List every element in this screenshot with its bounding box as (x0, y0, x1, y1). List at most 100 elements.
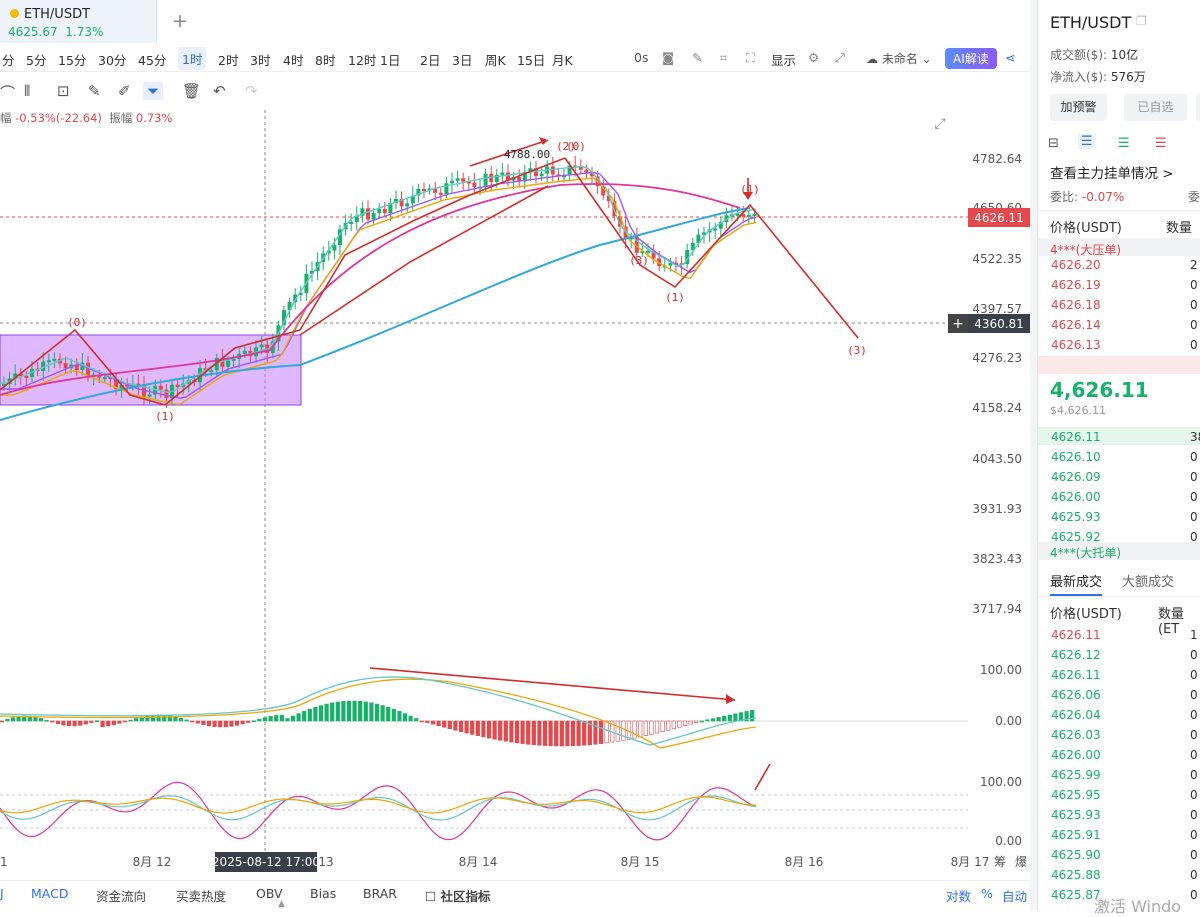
tf-4[interactable]: 1时 (178, 47, 207, 70)
tf-0[interactable]: 5分 (26, 50, 46, 69)
delete-icon[interactable]: 🗑 (182, 82, 201, 100)
macd-bar (201, 720, 206, 725)
book-bids-icon[interactable]: ☰ (1118, 136, 1130, 151)
camera-icon[interactable]: ◙ (662, 50, 674, 65)
axis-option-1[interactable]: % (981, 886, 993, 901)
tf-5[interactable]: 2时 (218, 50, 238, 69)
macd-bar (206, 720, 212, 727)
undo-icon[interactable]: ↶ (213, 82, 226, 100)
wave-label: (3) (629, 254, 649, 267)
indicator-tab-3[interactable]: 买卖热度 (176, 886, 226, 905)
tab-latest-trades[interactable]: 最新成交 (1050, 571, 1103, 596)
tf-6[interactable]: 3时 (250, 50, 270, 69)
macd-bar (643, 720, 648, 736)
brush-tool-icon[interactable]: ✐ (118, 82, 131, 100)
axis-option-2[interactable]: 自动 (1002, 886, 1027, 905)
add-alert-button[interactable]: 加预警 (1050, 94, 1107, 121)
time-axis-tool[interactable]: 筹 (994, 855, 1006, 869)
tf-9[interactable]: 12时 (348, 50, 376, 69)
indicator-tab-5[interactable]: Bias (310, 886, 336, 901)
indicator-tab-1[interactable]: MACD (31, 886, 68, 901)
tf-8[interactable]: 8时 (315, 50, 335, 69)
time-tick: 8月 12 (133, 855, 172, 869)
time-axis-tool[interactable]: 爆 (1015, 855, 1027, 869)
book-both-icon[interactable]: ⊟ (1048, 136, 1059, 151)
candle-body (713, 228, 718, 231)
indicator-tab-7[interactable]: ☐ 社区指标 (425, 886, 491, 905)
tf-13[interactable]: 周K (485, 50, 506, 69)
macd-bar (184, 719, 189, 722)
scroll-up-icon[interactable]: ▲ (278, 899, 285, 909)
axis-option-0[interactable]: 对数 (946, 886, 971, 905)
tf-11[interactable]: 2日 (420, 50, 440, 69)
tf-10[interactable]: 1日 (380, 50, 400, 69)
macd-bar (733, 713, 738, 722)
macd-bar (66, 720, 72, 727)
share-icon[interactable]: ⋖ (1005, 50, 1015, 65)
book-depth-icon[interactable]: ☰ (1155, 136, 1167, 151)
indicator-tab-6[interactable]: BRAR (363, 886, 397, 901)
macd-bar (10, 717, 16, 722)
trade-qty: 0 (1190, 648, 1198, 662)
settings-icon[interactable]: ⚙ (808, 50, 819, 65)
add-tab-button[interactable]: + (172, 10, 188, 32)
macd-bar (694, 720, 699, 723)
filter-icon[interactable]: ⏷ (143, 82, 164, 100)
trade-row: 4625.95 (1051, 788, 1101, 802)
price-tick: 4276.23 (972, 351, 1022, 365)
macd-bar (173, 716, 178, 722)
tf-2[interactable]: 30分 (98, 50, 126, 69)
tf-12[interactable]: 3日 (452, 50, 472, 69)
price-tick: 4522.35 (972, 252, 1022, 266)
price-row: 4625.93 (1051, 510, 1101, 524)
display-menu[interactable]: 显示 (771, 50, 796, 69)
curve-tool-icon[interactable]: ⌒ (0, 82, 15, 103)
macd-bar (598, 720, 604, 744)
main-orders-link[interactable]: 查看主力挂单情况 > (1050, 162, 1174, 182)
tab-large-trades[interactable]: 大额成交 (1122, 571, 1174, 590)
macd-bar (570, 720, 576, 747)
more-button[interactable] (1196, 94, 1200, 121)
macd-tick: 100.00 (980, 663, 1022, 677)
macd-bar (542, 720, 548, 746)
ai-button[interactable]: AI解读 (945, 48, 997, 69)
tf-minute[interactable]: 分 (2, 50, 15, 69)
crop-icon[interactable]: ⌗ (720, 50, 727, 66)
fullscreen-icon[interactable]: ⛶ (746, 50, 755, 66)
expand-chart-icon[interactable]: ⤢ (934, 116, 945, 132)
expand-icon[interactable]: ⤢ (835, 50, 845, 66)
price-row: 4626.11 (1051, 430, 1101, 444)
price-chart[interactable]: 4782.644650.604522.354397.574276.234158.… (0, 110, 1035, 880)
layout-name-menu[interactable]: ☁ 未命名 ⌄ (866, 50, 932, 67)
bid-big-label: 4***(大托单) (1050, 546, 1121, 560)
tf-15[interactable]: 月K (552, 50, 573, 69)
favorited-button[interactable]: 已自选 (1124, 94, 1187, 121)
pattern-tool-icon[interactable]: ⫴ (24, 82, 30, 100)
indicator-tab-2[interactable]: 资金流向 (96, 886, 146, 905)
wave-label: (1) (155, 410, 175, 423)
copy-icon[interactable]: ❐ (1136, 14, 1147, 28)
time-tick: 13 (318, 855, 333, 869)
tf-1[interactable]: 15分 (58, 50, 86, 69)
tf-14[interactable]: 15日 (517, 50, 545, 69)
time-tick: 8月 17 (951, 855, 990, 869)
tf-3[interactable]: 45分 (138, 50, 166, 69)
macd-bar (414, 718, 419, 722)
note-tool-icon[interactable]: ✎ (88, 82, 101, 100)
pen-icon[interactable]: ✎ (692, 50, 702, 65)
price-tick: 4158.24 (972, 401, 1022, 415)
qty-cell: 0 (1190, 318, 1198, 332)
wave-label: (1) (740, 183, 760, 196)
tf-realtime[interactable]: 0s (634, 50, 648, 65)
wave-label: (3) (847, 344, 867, 357)
indicator-tab-0[interactable]: J (0, 886, 4, 901)
book-asks-icon[interactable]: ☰ (1078, 134, 1096, 149)
price-row: 4626.20 (1051, 258, 1101, 272)
trade-row: 4625.99 (1051, 768, 1101, 782)
redo-icon[interactable]: ↷ (245, 82, 258, 100)
tf-7[interactable]: 4时 (283, 50, 303, 69)
macd-bar (666, 720, 671, 731)
panel-splitter[interactable] (1030, 0, 1037, 910)
symbol-tab[interactable]: ETH/USDT 4625.67 1.73% (0, 0, 157, 43)
lock-icon[interactable]: ⊡ (57, 82, 70, 100)
